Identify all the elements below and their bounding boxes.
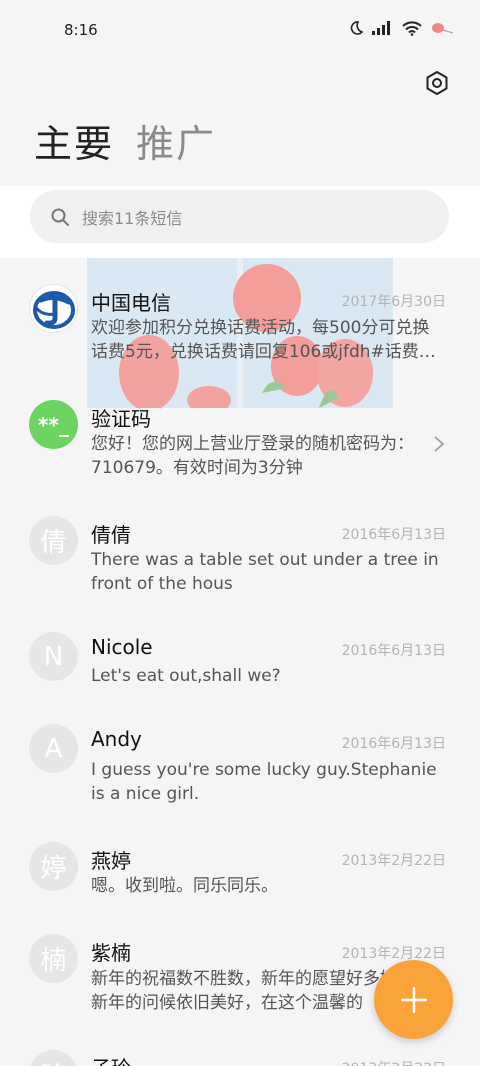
tab-main[interactable]: 主要	[34, 120, 114, 168]
search-placeholder: 搜索11条短信	[82, 208, 183, 228]
chevron-right-icon[interactable]	[432, 434, 446, 454]
status-icons	[348, 20, 454, 36]
conversation-date: 2016年6月13日	[341, 643, 446, 659]
conversation-preview: 欢迎参加积分兑换话费活动，每500分可兑换话费5元，兑换话费请回复106或jfd…	[91, 318, 436, 362]
search-input[interactable]: 搜索11条短信	[30, 190, 449, 243]
avatar-initial: 玲	[29, 1050, 78, 1066]
conversation-date: 2016年6月13日	[341, 736, 446, 752]
conversation-row-0[interactable]: 中国电信 2017年6月30日 欢迎参加积分兑换话费活动，每500分可兑换话费5…	[0, 258, 480, 374]
conversation-row-3[interactable]: N Nicole 2016年6月13日 Let's eat out,shall …	[0, 608, 480, 702]
conversation-date: 2013年2月22日	[342, 1058, 446, 1066]
conversation-name: 中国电信	[91, 291, 171, 315]
avatar-initial: A	[29, 724, 78, 773]
conversation-name: Nicole	[91, 635, 153, 659]
tab-bar: 主要 推广	[34, 120, 216, 168]
avatar-verification: **_	[29, 400, 78, 449]
conversation-row-4[interactable]: A Andy 2016年6月13日 I guess you're some lu…	[0, 702, 480, 818]
conversation-name: 倩倩	[91, 523, 131, 547]
avatar-initial: 楠	[29, 934, 78, 983]
plus-icon	[400, 986, 427, 1013]
avatar-initial: N	[29, 632, 78, 681]
conversation-preview: I guess you're some lucky guy.Stephanie …	[91, 760, 437, 804]
conversation-name: 燕婷	[91, 849, 131, 873]
telecom-logo-icon	[32, 290, 75, 329]
conversation-name: 子玲	[91, 1052, 131, 1066]
conversation-preview: There was a table set out under a tree i…	[91, 550, 439, 594]
search-area: 搜索11条短信	[0, 186, 480, 258]
conversation-date: 2017年6月30日	[341, 294, 446, 310]
conversation-preview: Let's eat out,shall we?	[91, 666, 281, 686]
conversation-row-5[interactable]: 婷 燕婷 2013年2月22日 嗯。收到啦。同乐同乐。	[0, 818, 480, 912]
settings-button[interactable]	[422, 68, 452, 98]
conversation-preview: 嗯。收到啦。同乐同乐。	[91, 876, 278, 896]
tab-promotions[interactable]: 推广	[136, 120, 216, 168]
signal-icon	[372, 21, 390, 35]
conversation-row-2[interactable]: 倩 倩倩 2016年6月13日 There was a table set ou…	[0, 492, 480, 608]
wifi-icon	[402, 20, 422, 36]
status-time: 8:16	[64, 21, 98, 39]
avatar-initial: 倩	[29, 516, 78, 565]
status-bar: 8:16	[0, 0, 480, 62]
conversation-row-1[interactable]: **_ 验证码 您好！您的网上营业厅登录的随机密码为：710679。有效时间为3…	[0, 374, 480, 492]
conversation-date: 2016年6月13日	[341, 527, 446, 543]
search-icon	[51, 208, 69, 226]
conversation-date: 2013年2月22日	[341, 853, 446, 869]
conversation-name: 验证码	[91, 407, 151, 431]
new-message-button[interactable]	[374, 960, 453, 1039]
conversation-name: Andy	[91, 727, 142, 751]
settings-icon	[426, 71, 448, 95]
conversation-date: 2013年2月22日	[341, 946, 446, 962]
avatar-initial: 婷	[29, 842, 78, 891]
moon-icon	[350, 21, 364, 35]
conversation-preview: 您好！您的网上营业厅登录的随机密码为：710679。有效时间为3分钟	[91, 434, 414, 478]
conversation-name: 紫楠	[91, 941, 131, 965]
avatar-telecom-logo	[29, 284, 78, 333]
notification-app-icon	[432, 23, 454, 34]
